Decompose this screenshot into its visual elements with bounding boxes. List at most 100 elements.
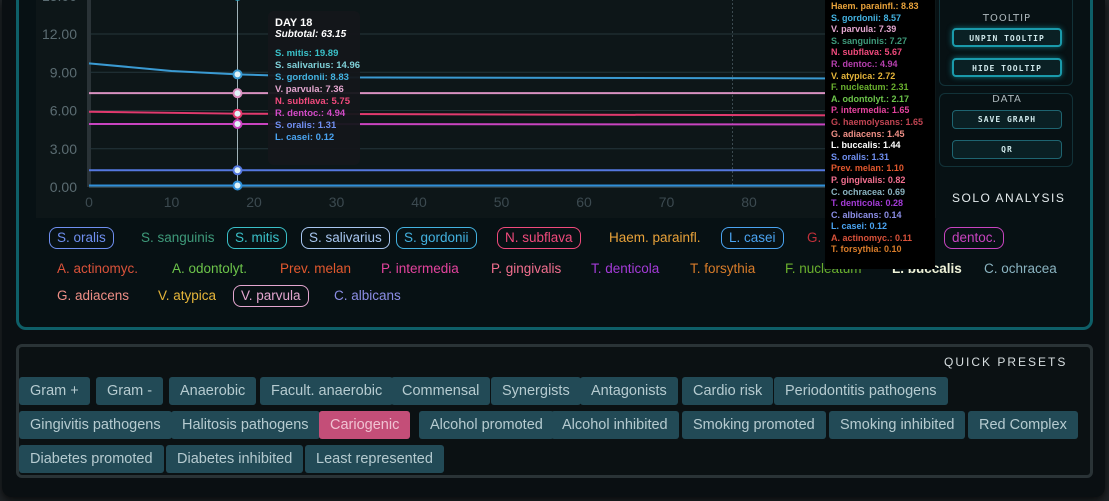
legend-item[interactable]: S. mitis (227, 227, 288, 249)
tooltip-row: N. subflava: 5.75 (275, 96, 350, 107)
preset-button[interactable]: Periodontitis pathogens (774, 377, 948, 405)
legend-item[interactable]: P. gingivalis (483, 258, 569, 280)
legend-item[interactable]: N. subflava (497, 227, 581, 249)
qr-button[interactable]: QR (952, 140, 1062, 159)
chart-svg[interactable]: 0.00 3.00 6.00 9.00 12.00 15.00 0 10 20 30 40 50 60 7… (36, 0, 936, 218)
legend-item[interactable]: T. denticola (583, 258, 667, 280)
legend-item[interactable]: Haem. parainfl. (601, 227, 709, 249)
pinned-tooltip-row: F. nucleatum: 2.31 (831, 82, 909, 93)
preset-button[interactable]: Diabetes inhibited (166, 445, 304, 473)
x-tick-label: 40 (411, 194, 427, 210)
pinned-tooltip-row: Prev. melan: 1.10 (831, 163, 904, 174)
preset-button[interactable]: Halitosis pathogens (171, 411, 320, 439)
hide-tooltip-button[interactable]: HIDE TOOLTIP (952, 58, 1062, 77)
tooltip-row: R. dentoc.: 4.94 (275, 108, 346, 119)
app-frame: 0.00 3.00 6.00 9.00 12.00 15.00 0 10 20 30 40 50 60 7… (2, 0, 1105, 497)
legend-item[interactable]: S. sanguinis (133, 227, 223, 249)
legend-item[interactable]: L. casei (721, 227, 784, 249)
legend-item[interactable]: C. albicans (326, 285, 409, 307)
x-tick-label: 10 (164, 194, 180, 210)
legend-item[interactable]: T. forsythia (682, 258, 763, 280)
preset-button[interactable]: Alcohol inhibited (551, 411, 679, 439)
preset-button[interactable]: Gram + (19, 377, 90, 405)
tooltip-row: S. salivarius: 14.96 (275, 60, 361, 71)
x-tick-label: 60 (576, 194, 592, 210)
x-tick-label: 30 (329, 194, 345, 210)
x-tick-label: 80 (741, 194, 757, 210)
line-chart: 0.00 3.00 6.00 9.00 12.00 15.00 0 10 20 30 40 50 60 7… (36, 0, 936, 218)
series-hover-point (232, 165, 243, 176)
presets-title: QUICK PRESETS (944, 355, 1068, 369)
series-hover-point (232, 88, 243, 99)
pinned-tooltip-row: Haem. parainfl.: 8.83 (831, 1, 919, 11)
pinned-tooltip-row: S. oralis: 1.31 (831, 151, 890, 162)
series-hover-point (232, 108, 243, 119)
pinned-tooltip-row: N. subflava: 5.67 (831, 47, 903, 58)
preset-button[interactable]: Antagonists (580, 377, 678, 405)
legend-item[interactable]: P. intermedia (373, 258, 467, 280)
legend-item[interactable]: dentoc. (944, 227, 1005, 249)
solo-analysis-button[interactable]: SOLO ANALYSIS (952, 191, 1065, 205)
preset-button[interactable]: Commensal (391, 377, 491, 405)
legend-item[interactable]: A. actinomyc. (49, 258, 146, 280)
day-tooltip: DAY 18 Subtotal: 63.15 S. mitis: 19.89 S.… (268, 11, 360, 165)
legend-item[interactable]: S. oralis (49, 227, 114, 249)
legend-item[interactable]: Prev. melan (272, 258, 359, 280)
tooltip-row: S. oralis: 1.31 (275, 120, 337, 131)
pinned-tooltip-row: P. gingivalis: 0.82 (831, 174, 906, 185)
tooltip-row: S. gordonii: 8.83 (275, 72, 349, 83)
x-tick-label: 50 (494, 194, 510, 210)
series-hover-point (232, 69, 243, 80)
pinned-tooltip-row: A. odontolyt.: 2.17 (831, 93, 910, 104)
pinned-tooltip-row: R. dentoc.: 4.94 (831, 58, 898, 69)
legend-item[interactable]: G. adiacens (49, 285, 137, 307)
pinned-tooltip-row: P. intermedia: 1.65 (831, 105, 910, 116)
tooltip-group: TOOLTIP UNPIN TOOLTIP HIDE TOOLTIP (939, 0, 1073, 86)
legend-item[interactable]: S. salivarius (301, 227, 390, 249)
preset-button[interactable]: Anaerobic (169, 377, 257, 405)
tooltip-heading: TOOLTIP (982, 13, 1032, 24)
preset-button[interactable]: Alcohol promoted (419, 411, 554, 439)
pinned-tooltip-row: T. denticola: 0.28 (831, 198, 904, 209)
legend-item[interactable]: A. odontolyt. (164, 258, 255, 280)
pinned-tooltip-row: G. adiacens: 1.45 (831, 128, 905, 139)
x-tick-label: 20 (246, 194, 262, 210)
tooltip-subtotal: Subtotal: 63.15 (275, 29, 347, 40)
save-graph-button[interactable]: SAVE GRAPH (952, 110, 1062, 129)
pinned-tooltip-row: V. atypica: 2.72 (831, 70, 896, 81)
pinned-tooltip-row: V. parvula: 7.39 (831, 24, 897, 35)
series-hover-point (232, 119, 243, 130)
unpin-tooltip-button[interactable]: UNPIN TOOLTIP (952, 28, 1062, 47)
preset-button[interactable]: Cariogenic (319, 411, 411, 439)
legend-item[interactable]: V. parvula (233, 285, 309, 307)
preset-button[interactable]: Smoking promoted (682, 411, 826, 439)
tooltip-row: V. parvula: 7.36 (275, 84, 344, 95)
pinned-tooltip-row: S. gordonii: 8.57 (831, 12, 902, 23)
legend-item[interactable]: S. gordonii (396, 227, 477, 249)
tooltip-row: S. mitis: 19.89 (275, 48, 339, 59)
preset-button[interactable]: Facult. anaerobic (260, 377, 394, 405)
pinned-tooltip-row: L. buccalis: 1.44 (831, 140, 901, 151)
pinned-tooltip-row: A. actinomyc.: 0.11 (831, 232, 913, 243)
pinned-tooltip-row: T. forsythia: 0.10 (831, 244, 902, 255)
y-tick-label: 3.00 (50, 141, 77, 157)
preset-button[interactable]: Synergists (491, 377, 581, 405)
preset-button[interactable]: Gingivitis pathogens (19, 411, 172, 439)
quick-presets-panel: QUICK PRESETS Gram + Gram - Anaerobic Facul… (16, 344, 1093, 478)
legend-item[interactable]: V. atypica (150, 285, 224, 307)
preset-button[interactable]: Cardio risk (682, 377, 774, 405)
preset-button[interactable]: Least represented (305, 445, 444, 473)
data-group: DATA SAVE GRAPH QR (939, 93, 1073, 167)
preset-button[interactable]: Smoking inhibited (829, 411, 966, 439)
pinned-tooltip: Haem. parainfl.: 8.83 S. gordonii: 8.57 V.… (825, 0, 935, 269)
preset-button[interactable]: Red Complex (968, 411, 1078, 439)
y-tick-label: 12.00 (42, 26, 77, 42)
legend-item[interactable]: C. ochracea (976, 258, 1065, 280)
pinned-tooltip-row: G. haemolysans: 1.65 (831, 116, 924, 127)
preset-button[interactable]: Diabetes promoted (19, 445, 164, 473)
data-heading: DATA (992, 94, 1022, 105)
preset-button[interactable]: Gram - (96, 377, 164, 405)
pinned-tooltip-row: C. albicans: 0.14 (831, 209, 902, 220)
x-tick-label: 0 (85, 194, 93, 210)
series-line (89, 123, 915, 126)
